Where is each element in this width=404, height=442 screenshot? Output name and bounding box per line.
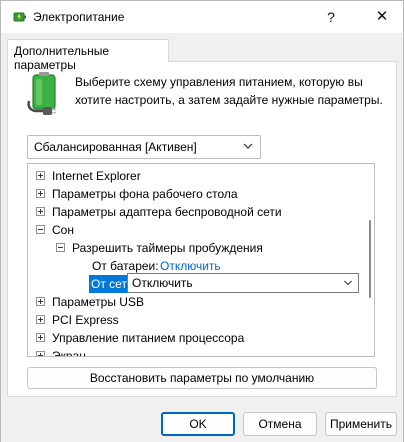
tree-item-label: Управление питанием процессора [52,331,245,345]
expand-plus-icon[interactable] [36,189,45,198]
intro-text: Выберите схему управления питанием, кото… [75,75,383,107]
chevron-down-icon [243,143,253,149]
tree-item-pci-express[interactable]: PCI Express [28,311,368,329]
expand-plus-icon[interactable] [36,297,45,306]
ok-button[interactable]: OK [161,412,235,436]
plugged-in-selected-value: Отключить [132,276,193,290]
tab-advanced-settings[interactable]: Дополнительные параметры [7,39,169,72]
expand-plus-icon[interactable] [36,333,45,342]
battery-plug-icon [27,72,56,115]
tree-item-label: Сон [52,223,74,237]
cancel-button[interactable]: Отмена [243,412,317,436]
apply-button[interactable]: Применить [325,412,397,436]
help-button[interactable]: ? [321,8,341,26]
tree-scrollbar[interactable] [368,168,372,354]
tree-item-label: Разрешить таймеры пробуждения [72,241,263,255]
tree-item-display[interactable]: Экран [28,347,368,357]
dialog-footer: OK Отмена Применить [1,399,403,442]
tree-item-label: Параметры адаптера беспроводной сети [52,205,282,219]
expand-plus-icon[interactable] [36,315,45,324]
tree-item-internet-explorer[interactable]: Internet Explorer [28,167,368,185]
power-scheme-selected: Сбалансированная [Активен] [34,140,197,154]
power-options-window: Электропитание ? ✕ Дополнительные параме… [0,0,404,442]
settings-tree[interactable]: Internet Explorer Параметры фона рабочег… [27,163,375,357]
scrollbar-thumb[interactable] [369,220,371,298]
window-title: Электропитание [33,10,125,24]
chevron-down-icon [344,280,352,286]
tree-item-label: Internet Explorer [52,169,141,183]
tree-item-desktop-background[interactable]: Параметры фона рабочего стола [28,185,368,203]
title-bar: Электропитание ? ✕ [1,1,403,33]
tree-item-label: Экран [52,349,86,357]
power-options-icon [13,12,26,22]
expand-plus-icon[interactable] [36,351,45,356]
tree-item-wake-timers[interactable]: Разрешить таймеры пробуждения [28,239,368,257]
tree-item-label: Параметры USB [52,295,144,309]
power-scheme-dropdown[interactable]: Сбалансированная [Активен] [27,135,261,159]
restore-defaults-button[interactable]: Восстановить параметры по умолчанию [27,367,377,389]
tree-item-sleep[interactable]: Сон [28,221,368,239]
collapse-minus-icon[interactable] [36,225,45,234]
tree-item-processor-power[interactable]: Управление питанием процессора [28,329,368,347]
expand-plus-icon[interactable] [36,171,45,180]
plugged-in-value-dropdown[interactable]: Отключить [127,273,359,293]
tree-item-label: Параметры фона рабочего стола [52,187,238,201]
tree-item-wireless-adapter[interactable]: Параметры адаптера беспроводной сети [28,203,368,221]
tree-item-usb-settings[interactable]: Параметры USB [28,293,368,311]
collapse-minus-icon[interactable] [56,243,65,252]
close-button[interactable]: ✕ [371,7,393,27]
tree-item-label: PCI Express [52,313,119,327]
expand-plus-icon[interactable] [36,207,45,216]
